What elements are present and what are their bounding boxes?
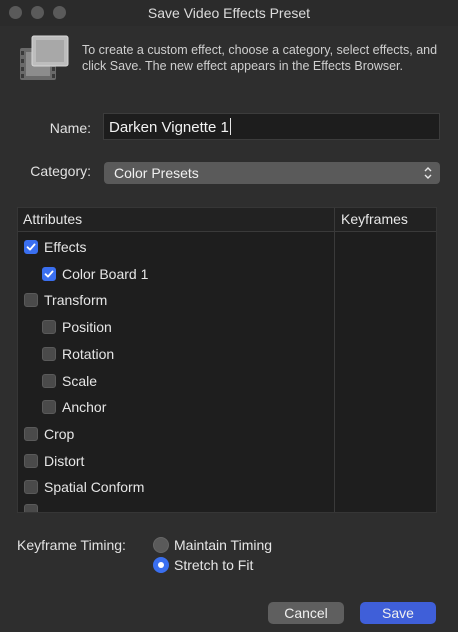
table-row[interactable]: Spatial Conform <box>24 477 144 497</box>
table-row[interactable]: Crop <box>24 424 74 444</box>
column-header-keyframes[interactable]: Keyframes <box>341 211 408 227</box>
name-field[interactable]: Darken Vignette 1 <box>103 113 440 140</box>
row-checkbox[interactable] <box>24 426 38 441</box>
row-checkbox[interactable] <box>24 453 38 468</box>
title-bar: Save Video Effects Preset <box>0 0 458 26</box>
name-value: Darken Vignette 1 <box>109 119 229 136</box>
row-checkbox[interactable] <box>24 504 38 512</box>
table-header: Attributes Keyframes <box>18 208 436 232</box>
row-checkbox[interactable] <box>42 320 56 335</box>
category-select[interactable]: Color Presets <box>104 162 440 184</box>
row-checkbox[interactable] <box>24 240 38 254</box>
row-checkbox[interactable] <box>42 266 56 281</box>
column-header-attributes[interactable]: Attributes <box>23 211 82 227</box>
table-row[interactable]: Color Board 1 <box>42 264 148 284</box>
save-button[interactable]: Save <box>360 602 436 624</box>
keyframe-timing-label: Keyframe Timing: <box>17 537 126 553</box>
radio-button[interactable] <box>153 537 169 553</box>
table-row[interactable]: Effects <box>24 237 87 257</box>
table-row[interactable]: Anchor <box>42 397 106 417</box>
name-label: Name: <box>49 120 91 136</box>
row-label: Spatial Conform <box>44 479 145 496</box>
row-label: Rotation <box>62 345 115 362</box>
intro-text: To create a custom effect, choose a cate… <box>82 43 438 73</box>
radio-button[interactable] <box>153 557 169 573</box>
row-checkbox[interactable] <box>24 480 38 495</box>
row-label: Crop <box>44 425 75 442</box>
window-title: Save Video Effects Preset <box>147 5 311 21</box>
column-divider <box>334 208 335 512</box>
row-checkbox[interactable] <box>42 400 56 415</box>
radio-maintain-timing[interactable]: Maintain Timing <box>153 537 272 553</box>
table-row[interactable]: Transform <box>24 290 107 310</box>
cancel-button[interactable]: Cancel <box>268 602 344 624</box>
row-label: Scale <box>62 372 98 389</box>
row-checkbox[interactable] <box>42 346 56 361</box>
row-label: Transform <box>44 292 108 309</box>
table-row[interactable]: Rotation <box>42 344 114 364</box>
effects-preset-icon <box>18 34 70 82</box>
updown-chevron-icon <box>422 164 434 182</box>
row-label: Effects <box>44 239 87 255</box>
row-label: Position <box>62 319 112 336</box>
radio-label: Stretch to Fit <box>174 557 254 573</box>
radio-stretch-to-fit[interactable]: Stretch to Fit <box>153 557 253 573</box>
category-label: Category: <box>30 163 91 179</box>
attributes-table[interactable]: Attributes Keyframes Effects Color Board … <box>17 207 437 513</box>
table-row[interactable]: Scale <box>42 371 97 391</box>
table-row[interactable]: Distort <box>24 451 84 471</box>
row-label: Anchor <box>62 399 107 416</box>
category-selected-value: Color Presets <box>114 165 199 181</box>
row-label: Color Board 1 <box>62 265 149 282</box>
radio-label: Maintain Timing <box>174 537 273 553</box>
save-preset-window: Save Video Effects Preset To create a cu… <box>0 0 458 632</box>
row-label: Distort <box>44 452 85 469</box>
row-checkbox[interactable] <box>24 293 38 308</box>
row-checkbox[interactable] <box>42 373 56 388</box>
text-caret <box>229 118 231 135</box>
table-row[interactable]: Position <box>42 317 112 337</box>
